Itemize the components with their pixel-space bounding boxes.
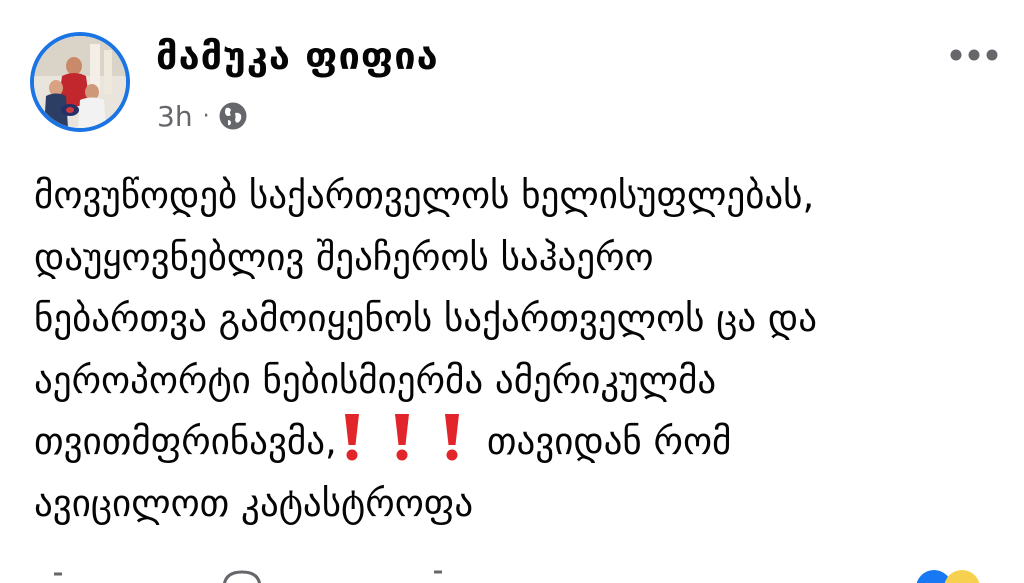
avatar[interactable] xyxy=(30,32,130,132)
post-text-segment: თვითმფრინავმა, xyxy=(34,420,337,463)
share-icon[interactable] xyxy=(420,568,460,583)
exclamation-icon xyxy=(444,414,459,461)
exclamation-icon xyxy=(344,414,359,461)
post-time[interactable]: 3h xyxy=(157,100,193,133)
facebook-post: მამუკა ფიფია 3h · მოვუწოდებ საქართველოს … xyxy=(0,0,1024,583)
exclamation-icon xyxy=(394,414,409,461)
post-actions-bar xyxy=(0,560,1024,583)
post-text-line: აეროპორტი ნებისმიერმა ამერიკულმა xyxy=(34,358,717,402)
more-options-button[interactable] xyxy=(944,40,1004,70)
post-text-line: ავიცილოთ კატასტროფა xyxy=(34,481,474,525)
comment-icon[interactable] xyxy=(220,568,264,583)
like-icon[interactable] xyxy=(40,568,80,583)
post-text-line: მოვუწოდებ საქართველოს ხელისუფლებას, xyxy=(34,174,815,217)
reactions-icon[interactable] xyxy=(910,568,990,583)
post-text-line: თვითმფრინავმა, თავიდან რომ xyxy=(34,411,1009,473)
post-text-line: ნებართვა გამოიყენოს საქართველოს ცა და xyxy=(34,297,817,340)
meta-separator: · xyxy=(202,103,210,129)
post-text-segment: თავიდან რომ xyxy=(486,420,732,463)
avatar-photo xyxy=(34,36,126,128)
author-name[interactable]: მამუკა ფიფია xyxy=(156,34,439,78)
post-meta: 3h · xyxy=(157,98,248,134)
globe-icon[interactable] xyxy=(218,101,248,131)
post-text-line: დაუყოვნებლივ შეაჩეროს საჰაერო xyxy=(34,235,654,279)
more-dots-icon xyxy=(950,49,998,61)
post-header: მამუკა ფიფია 3h · xyxy=(0,0,1024,160)
post-body: მოვუწოდებ საქართველოს ხელისუფლებას, დაუყ… xyxy=(34,165,1009,534)
